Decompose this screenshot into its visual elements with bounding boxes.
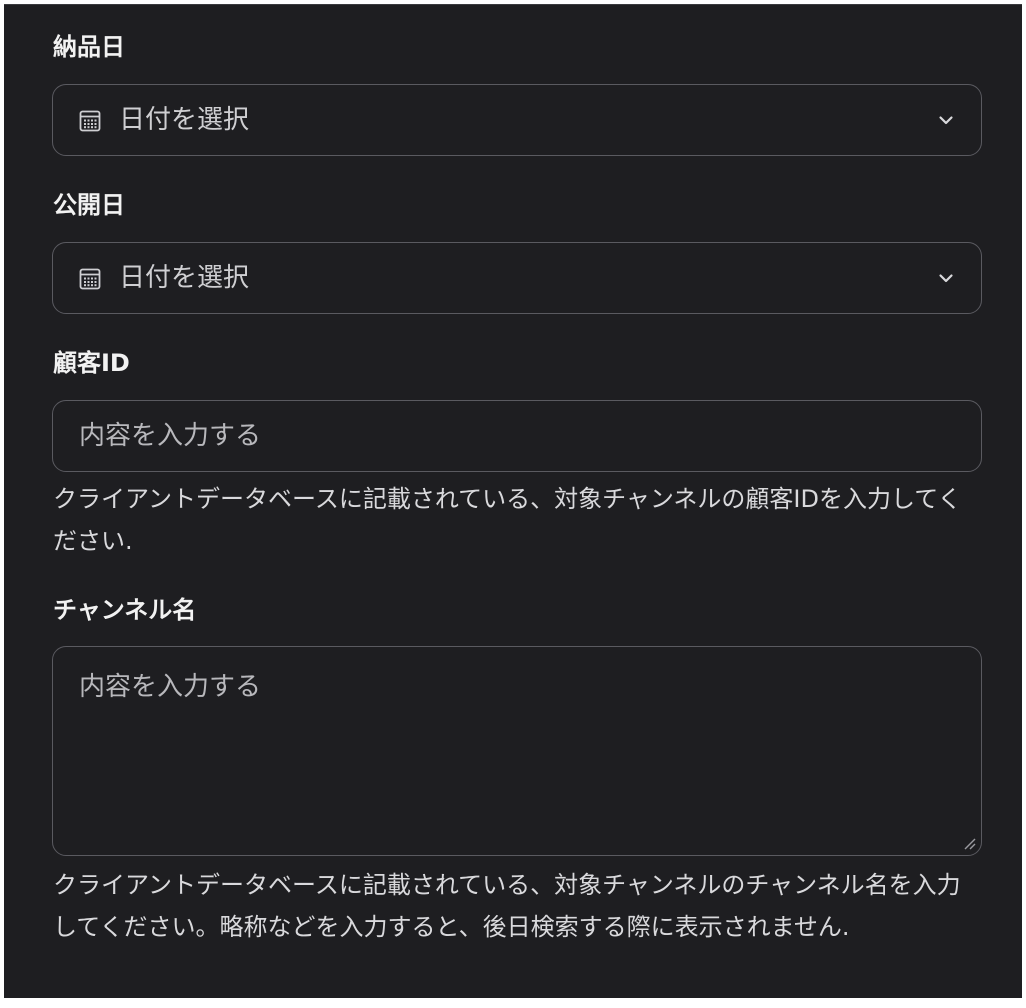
- channel-name-textarea[interactable]: 内容を入力する: [52, 646, 982, 856]
- customer-id-help-text: クライアントデータベースに記載されている、対象チャンネルの顧客IDを入力してくだ…: [53, 485, 962, 555]
- customer-id-input[interactable]: 内容を入力する: [52, 400, 982, 472]
- channel-name-placeholder: 内容を入力する: [79, 672, 262, 702]
- calendar-icon: [79, 110, 101, 132]
- channel-name-help-text: クライアントデータベースに記載されている、対象チャンネルのチャンネル名を入力して…: [53, 871, 961, 941]
- channel-name-label: チャンネル名: [53, 596, 197, 624]
- calendar-icon: [79, 268, 101, 290]
- publish-date-select[interactable]: 日付を選択: [52, 242, 982, 314]
- form-panel: 納品日 日付を選択 公開日 日付を選択 顧客ID 内容を入力する クライアントデ…: [4, 4, 1022, 998]
- publish-date-value: 日付を選択: [119, 263, 250, 293]
- customer-id-placeholder: 内容を入力する: [79, 421, 262, 451]
- delivery-date-select[interactable]: 日付を選択: [52, 84, 982, 156]
- delivery-date-label: 納品日: [53, 33, 125, 61]
- customer-id-label: 顧客ID: [53, 349, 130, 377]
- chevron-down-icon: [939, 116, 953, 125]
- chevron-down-icon: [939, 274, 953, 283]
- publish-date-label: 公開日: [53, 191, 125, 219]
- delivery-date-value: 日付を選択: [119, 105, 250, 135]
- resize-handle-icon[interactable]: [963, 837, 977, 851]
